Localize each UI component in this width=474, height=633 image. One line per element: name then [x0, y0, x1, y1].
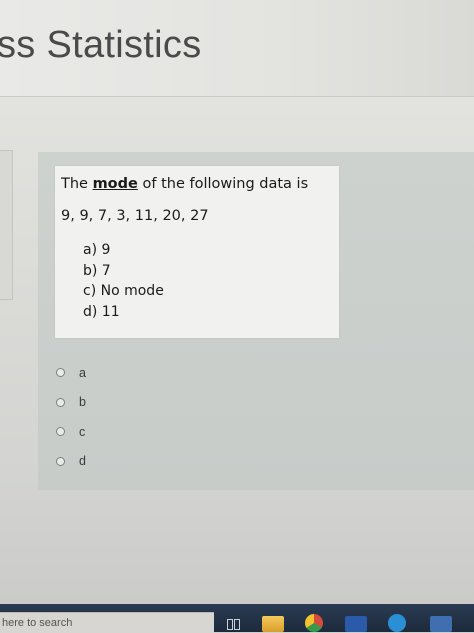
answer-option-b[interactable]: b [56, 388, 86, 418]
taskbar-search-box[interactable]: here to search [0, 612, 214, 633]
edge-icon[interactable] [388, 614, 406, 632]
store-icon[interactable] [430, 616, 452, 632]
choice-item: c) No mode [83, 283, 164, 299]
taskbar-search-placeholder: here to search [2, 617, 73, 629]
chrome-icon[interactable] [305, 614, 323, 632]
left-frame [0, 150, 13, 300]
radio-button-b[interactable] [56, 397, 65, 407]
choice-item: d) 11 [83, 303, 120, 320]
answer-label-b[interactable]: b [79, 395, 86, 409]
radio-button-d[interactable] [56, 456, 65, 466]
task-view-icon[interactable] [224, 616, 242, 632]
answer-option-a[interactable]: a [56, 358, 86, 388]
radio-button-c[interactable] [56, 427, 65, 437]
file-explorer-icon[interactable] [262, 616, 284, 632]
question-intro-after: of the following data is [137, 176, 309, 192]
page-title: ss Statistics [0, 24, 202, 66]
question-card: The mode of the following data is 9, 9, … [55, 166, 339, 338]
choice-list: a) 9 b) 7 c) No mode d) 11 [83, 240, 164, 322]
radio-button-a[interactable] [56, 368, 65, 378]
word-icon[interactable] [345, 616, 367, 632]
question-keyword: mode [92, 176, 138, 192]
choice-item: a) 9 [83, 242, 111, 258]
answer-label-a[interactable]: a [79, 366, 86, 380]
question-data: 9, 9, 7, 3, 11, 20, 27 [61, 208, 209, 224]
header-bar: ss Statistics [0, 0, 474, 97]
answer-option-c[interactable]: c [56, 417, 86, 447]
question-text: The mode of the following data is [61, 176, 308, 192]
answer-label-d[interactable]: d [79, 454, 86, 468]
question-intro-before: The [61, 176, 93, 192]
answer-label-c[interactable]: c [79, 425, 85, 439]
screen: ss Statistics The mode of the following … [0, 0, 474, 633]
choice-item: b) 7 [83, 262, 111, 279]
answer-options: a b c d [56, 358, 86, 476]
taskbar: here to search [0, 604, 474, 633]
answer-option-d[interactable]: d [56, 447, 86, 477]
